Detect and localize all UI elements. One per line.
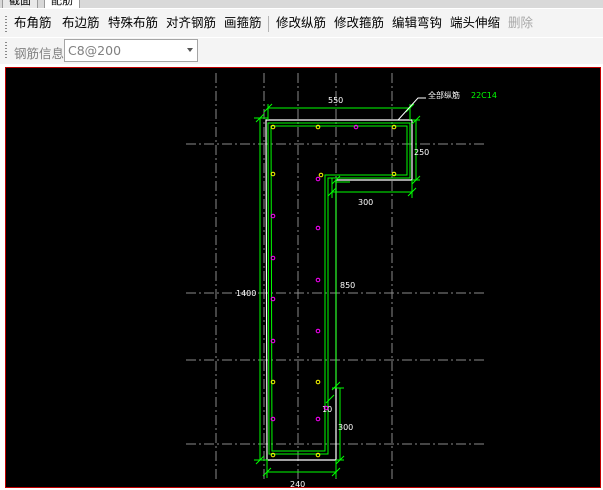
- dim-total-height: 1400: [236, 289, 256, 298]
- tab-strip: 截面 配筋: [0, 0, 603, 8]
- draw-stirrup-button[interactable]: 画箍筋: [224, 15, 262, 31]
- side-rebar: [315, 176, 321, 182]
- corner-rebar: [270, 171, 276, 177]
- delete-button[interactable]: 删除: [508, 15, 533, 31]
- dim-line: [325, 394, 335, 404]
- stirrup-line: [270, 125, 408, 452]
- side-rebar: [315, 225, 321, 231]
- annotation-value: 22C14: [471, 91, 497, 100]
- leader-line: [397, 97, 426, 121]
- side-rebar: [315, 277, 321, 283]
- dimension-labels: 550 250 300 1400 850 10 300 240 全部纵筋 22C…: [236, 90, 497, 487]
- edge-bar-button[interactable]: 布边筋: [62, 15, 100, 31]
- rebar-info-label: 钢筋信息: [14, 46, 65, 61]
- dimension-lines: [254, 103, 421, 478]
- toolbar-separator: [268, 16, 269, 32]
- side-rebar: [315, 328, 321, 334]
- section-drawing[interactable]: 550 250 300 1400 850 10 300 240 全部纵筋 22C…: [6, 68, 600, 487]
- section-outline: [265, 119, 413, 461]
- edit-stirrup-button[interactable]: 修改箍筋: [334, 15, 384, 31]
- tab-reinforcement-label: 配筋: [51, 0, 73, 7]
- dim-web-height: 850: [340, 281, 355, 290]
- edit-longitudinal-button[interactable]: 修改纵筋: [276, 15, 326, 31]
- chevron-down-icon[interactable]: [187, 48, 193, 52]
- end-stretch-button[interactable]: 端头伸缩: [450, 15, 500, 31]
- corner-bar-button[interactable]: 布角筋: [14, 15, 52, 31]
- align-bar-button[interactable]: 对齐钢筋: [166, 15, 216, 31]
- stirrup-line: [267, 122, 411, 455]
- dim-top-width: 550: [328, 96, 343, 105]
- tab-reinforcement[interactable]: 配筋: [44, 0, 80, 8]
- corner-rebar: [318, 172, 324, 178]
- side-rebar: [315, 416, 321, 422]
- dim-flange-height: 250: [414, 148, 429, 157]
- rebar-info-value: C8@200: [68, 43, 122, 58]
- toolbar-grip-icon[interactable]: [5, 16, 7, 32]
- corner-rebar: [315, 379, 321, 385]
- dim-bottom-width: 240: [290, 480, 305, 487]
- infobar-grip-icon[interactable]: [5, 42, 7, 58]
- dim-bottom-height: 300: [338, 423, 353, 432]
- side-rebars: [270, 124, 359, 422]
- dim-flange-width: 300: [358, 198, 373, 207]
- rebar-info-bar: 钢筋信息 C8@200: [0, 38, 603, 64]
- rebar-outline: [267, 122, 411, 455]
- tab-section[interactable]: 截面: [2, 0, 38, 8]
- rebar-info-select[interactable]: C8@200: [64, 39, 198, 62]
- tab-section-label: 截面: [9, 0, 31, 7]
- drawing-canvas[interactable]: 550 250 300 1400 850 10 300 240 全部纵筋 22C…: [5, 67, 601, 488]
- special-bar-button[interactable]: 特殊布筋: [108, 15, 158, 31]
- annotation-label: 全部纵筋: [428, 90, 460, 100]
- toolbar: 布角筋 布边筋 特殊布筋 对齐钢筋 画箍筋 修改纵筋 修改箍筋 编辑弯钩 端头伸…: [0, 9, 603, 37]
- edit-hook-button[interactable]: 编辑弯钩: [392, 15, 442, 31]
